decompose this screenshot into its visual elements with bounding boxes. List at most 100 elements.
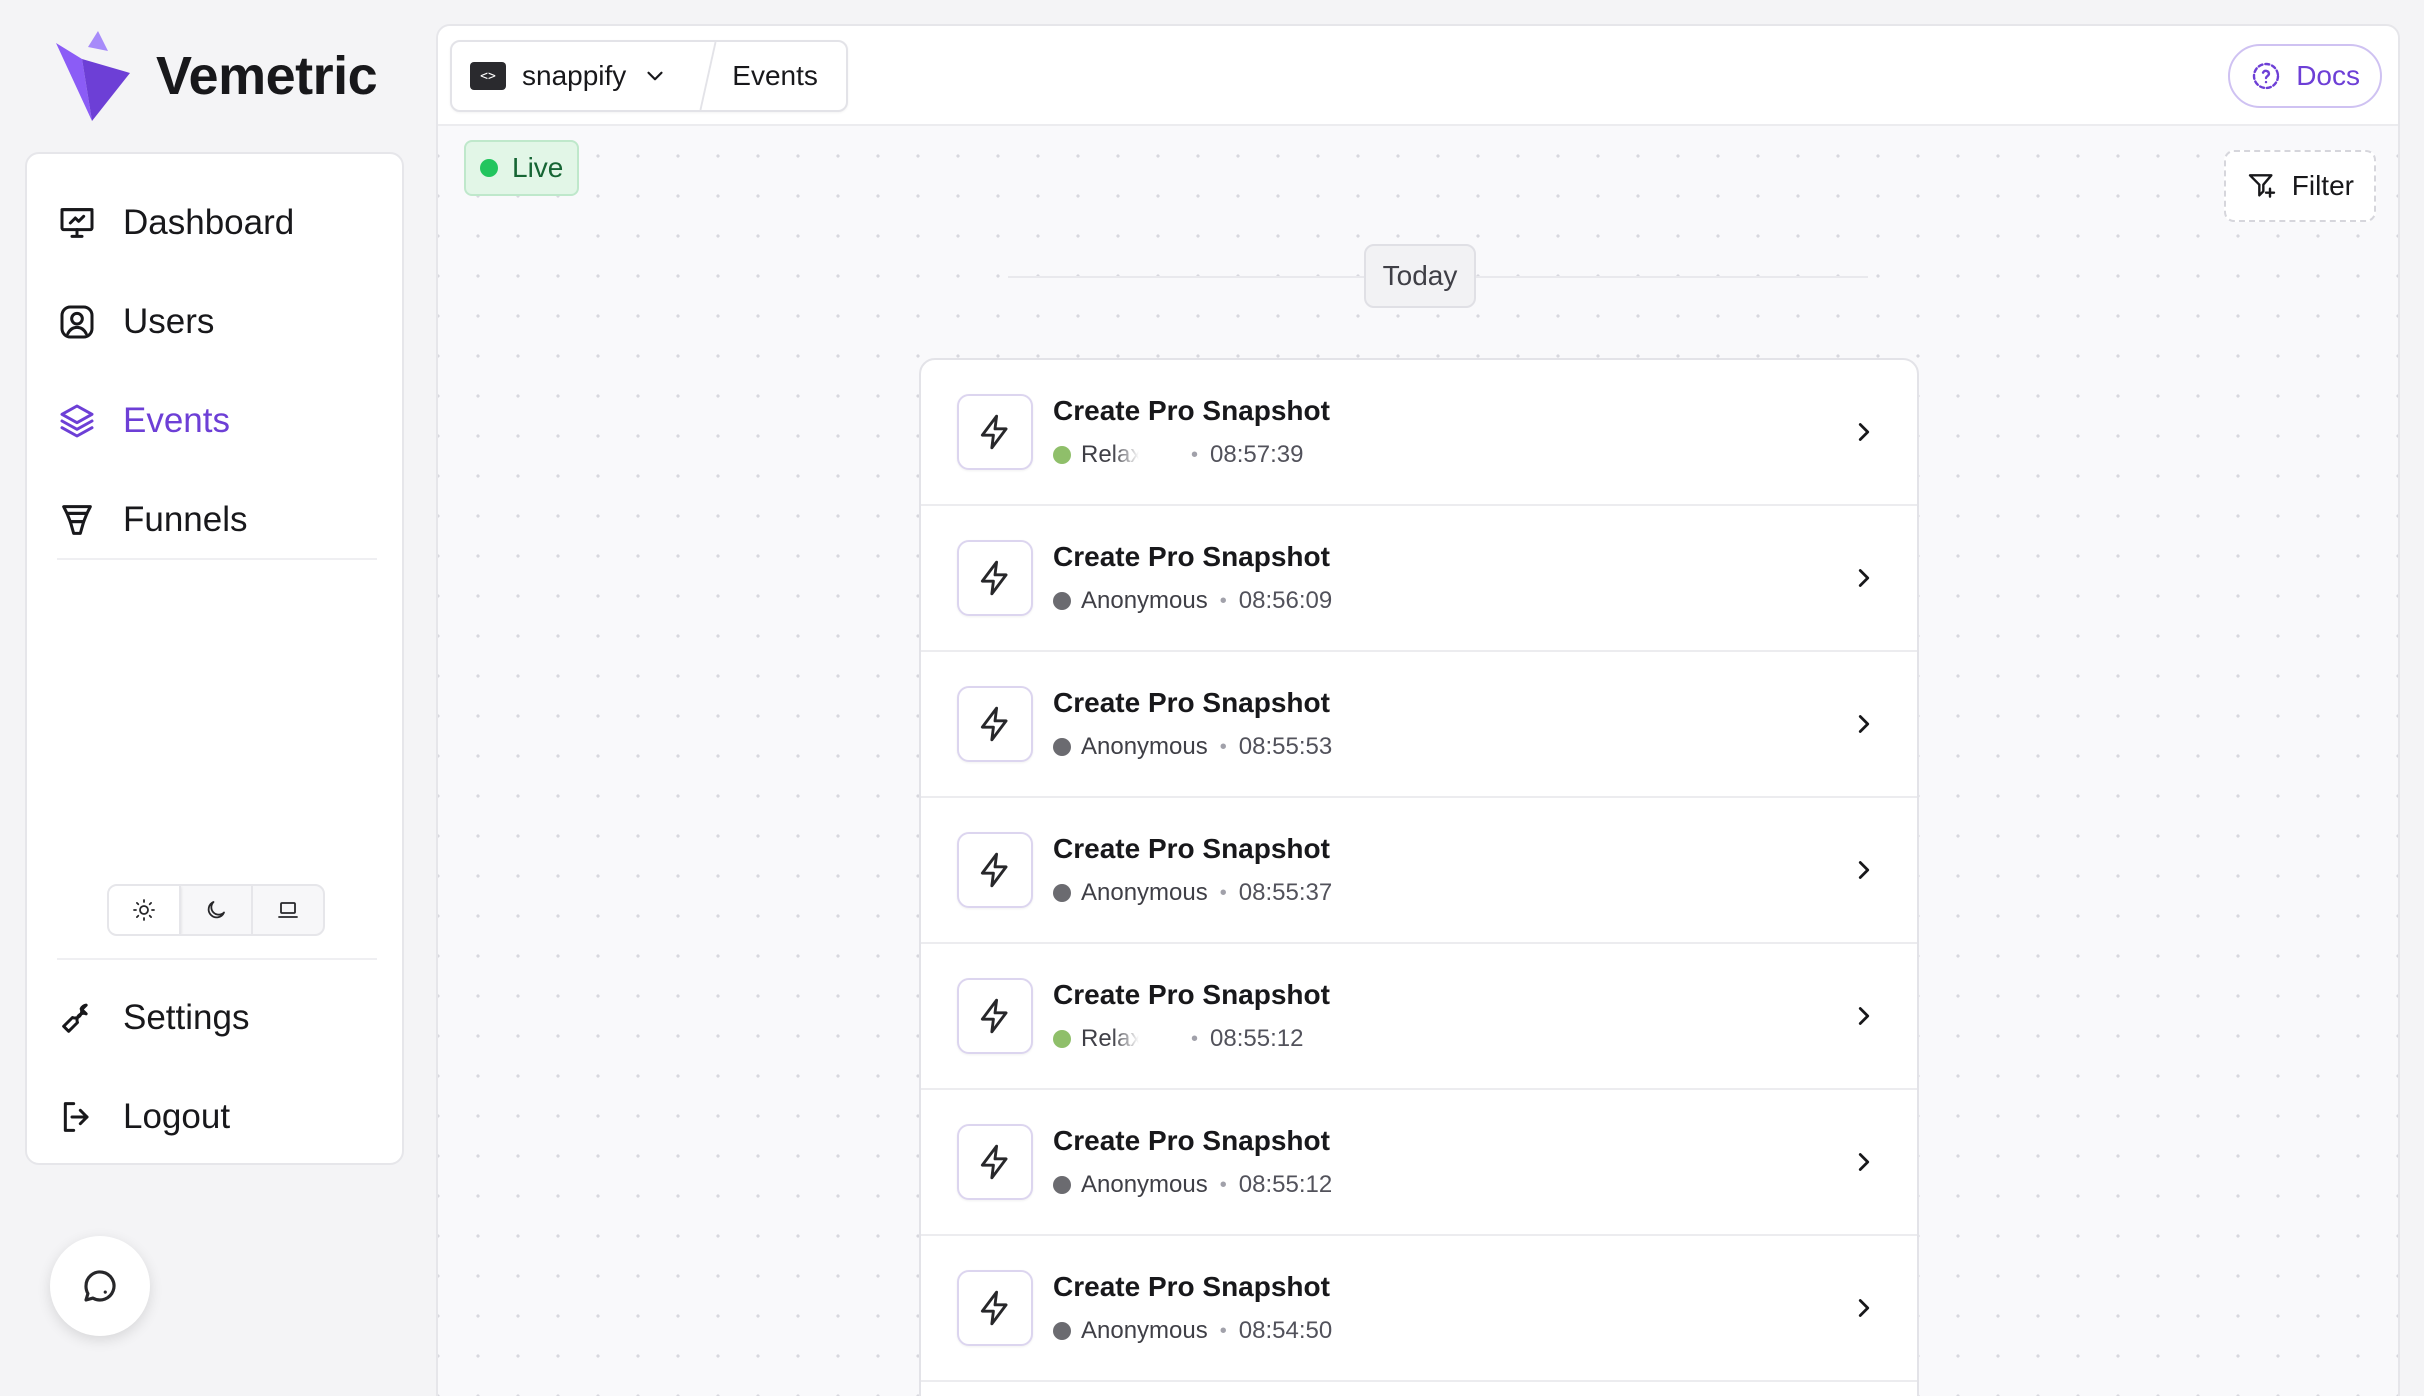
event-icon — [957, 540, 1033, 616]
meta-separator: • — [1219, 1319, 1227, 1342]
event-row[interactable]: Create Pro Snapshot Anonymous • 08:55:12 — [921, 1090, 1917, 1236]
lightning-icon — [980, 706, 1008, 742]
lightning-icon — [980, 1144, 1008, 1180]
sidebar-item-settings[interactable]: Settings — [57, 983, 377, 1053]
event-name: Create Pro Snapshot — [1053, 395, 1330, 426]
event-icon — [957, 394, 1033, 470]
lightning-icon — [980, 1290, 1008, 1326]
events-list: Create Pro Snapshot Relax • 08:57:39 Cre… — [919, 358, 1919, 1396]
meta-separator: • — [1219, 1173, 1227, 1196]
filter-label: Filter — [2291, 170, 2354, 201]
chevron-right-icon — [1858, 861, 1870, 879]
breadcrumb-separator — [699, 42, 717, 110]
event-icon — [957, 1124, 1033, 1200]
theme-system-button[interactable] — [253, 886, 323, 934]
event-user: Anonymous — [1081, 1317, 1208, 1344]
sidebar-item-users[interactable]: Users — [57, 287, 377, 357]
event-icon — [957, 832, 1033, 908]
live-status-badge: Live — [464, 140, 580, 196]
lightning-icon — [980, 852, 1008, 888]
moon-icon — [207, 901, 225, 919]
event-time: 08:56:09 — [1238, 587, 1333, 614]
event-user: Anonymous — [1081, 879, 1208, 906]
sidebar-item-funnels[interactable]: Funnels — [57, 485, 377, 555]
event-name: Create Pro Snapshot — [1053, 1125, 1330, 1156]
event-row[interactable]: Create Pro Snapshot Anonymous • 08:54:50 — [921, 1236, 1917, 1382]
chat-question-icon — [84, 1270, 116, 1302]
project-switcher[interactable]: <> snappify — [452, 42, 696, 110]
event-row[interactable]: Create Pro Snapshot Anonymous • 08:55:53 — [921, 652, 1917, 798]
event-name: Create Pro Snapshot — [1053, 687, 1330, 718]
event-icon — [957, 978, 1033, 1054]
vemetric-logo-icon — [56, 31, 130, 121]
user-avatar-dot — [1053, 1176, 1071, 1194]
chevron-right-icon — [1858, 423, 1870, 441]
lightning-icon — [980, 414, 1008, 450]
event-time: 08:57:39 — [1210, 441, 1304, 468]
event-row[interactable]: Create Pro Snapshot Relax • 08:55:12 — [921, 944, 1917, 1090]
sun-icon — [133, 899, 155, 921]
theme-light-button[interactable] — [109, 886, 181, 934]
meta-separator: • — [1219, 589, 1227, 612]
project-name: snappify — [522, 60, 627, 91]
layers-icon — [60, 404, 94, 438]
docs-button[interactable]: Docs — [2228, 44, 2382, 108]
sidebar-item-events[interactable]: Events — [57, 386, 377, 456]
sidebar-item-dashboard[interactable]: Dashboard — [57, 188, 377, 258]
meta-separator: • — [1191, 443, 1199, 466]
meta-separator: • — [1219, 735, 1227, 758]
event-row[interactable]: Create Pro Snapshot Anonymous • 08:55:37 — [921, 798, 1917, 944]
user-avatar-dot — [1053, 446, 1071, 464]
sidebar-divider — [57, 558, 377, 560]
theme-toggle — [107, 884, 325, 936]
chevron-right-icon — [1858, 1007, 1870, 1025]
event-time: 08:55:12 — [1238, 1171, 1333, 1198]
sidebar-item-label: Users — [123, 302, 215, 341]
event-user: Relax — [1081, 441, 1139, 468]
user-avatar-dot — [1053, 592, 1071, 610]
event-time: 08:55:12 — [1210, 1025, 1304, 1052]
event-time: 08:55:53 — [1238, 733, 1333, 760]
sidebar-divider — [57, 958, 377, 960]
event-user: Anonymous — [1081, 733, 1208, 760]
live-label: Live — [512, 152, 564, 183]
user-avatar-dot — [1053, 884, 1071, 902]
event-row[interactable]: Create Pro Snapshot Anonymous • 08:56:09 — [921, 506, 1917, 652]
sidebar-item-label: Events — [123, 401, 230, 440]
user-avatar-dot — [1053, 738, 1071, 756]
meta-separator: • — [1219, 881, 1227, 904]
chevron-right-icon — [1858, 1299, 1870, 1317]
theme-dark-button[interactable] — [181, 886, 253, 934]
sidebar-item-label: Settings — [123, 998, 250, 1037]
meta-separator: • — [1191, 1027, 1199, 1050]
filter-button[interactable]: Filter — [2223, 150, 2376, 222]
live-indicator-dot — [480, 159, 498, 177]
funnel-icon — [62, 505, 92, 535]
chevron-right-icon — [1858, 569, 1870, 587]
breadcrumb: <> snappify Events — [450, 40, 848, 112]
laptop-icon — [278, 902, 298, 918]
chevron-right-icon — [1858, 715, 1870, 733]
event-user: Relax — [1081, 1025, 1139, 1052]
event-name: Create Pro Snapshot — [1053, 979, 1330, 1010]
help-circle-icon — [2253, 62, 2280, 90]
app-name: Vemetric — [156, 46, 378, 106]
sidebar-item-label: Logout — [123, 1097, 231, 1136]
event-user: Anonymous — [1081, 1171, 1208, 1198]
event-row[interactable]: Create Pro Snapshot Relax • 08:57:39 — [921, 360, 1917, 506]
sidebar-item-logout[interactable]: Logout — [57, 1082, 377, 1152]
event-row[interactable] — [921, 1382, 1917, 1396]
event-icon — [957, 1270, 1033, 1346]
event-time: 08:55:37 — [1238, 879, 1333, 906]
top-bar: <> snappify Events Docs — [438, 26, 2398, 126]
event-name: Create Pro Snapshot — [1053, 1271, 1330, 1302]
wrench-icon — [62, 1003, 88, 1033]
day-label: Today — [1364, 244, 1476, 308]
filter-plus-icon — [2248, 174, 2275, 198]
terminal-icon: <> — [470, 62, 506, 90]
support-chat-button[interactable] — [50, 1236, 150, 1336]
event-name: Create Pro Snapshot — [1053, 833, 1330, 864]
sidebar: Dashboard Users Events Funnels Settings … — [25, 152, 404, 1165]
app-logo[interactable]: Vemetric — [52, 28, 378, 124]
logout-icon — [63, 1102, 89, 1132]
